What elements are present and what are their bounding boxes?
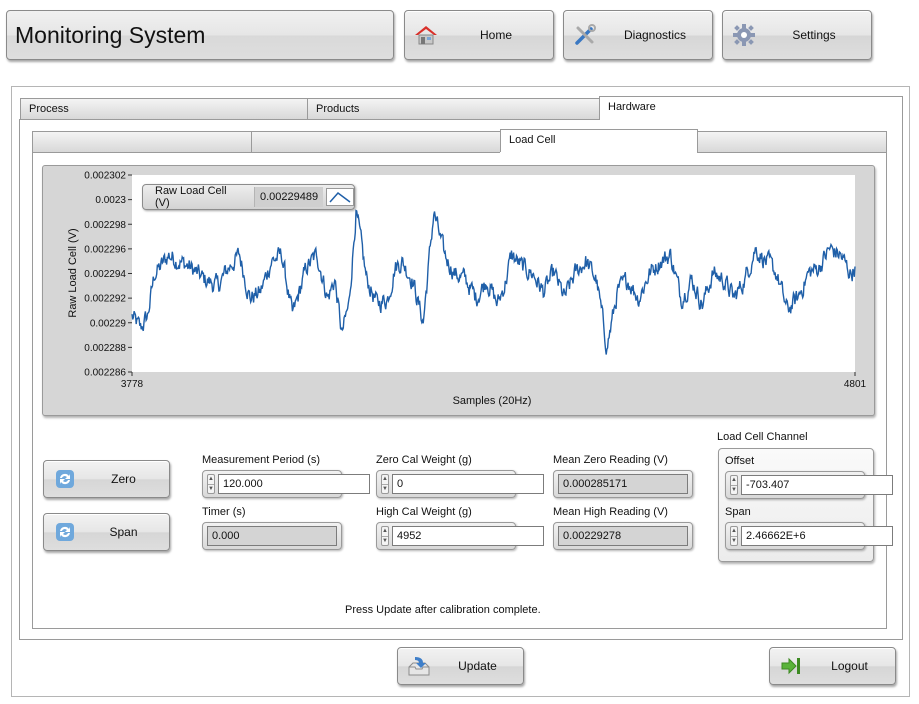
zero-cal-weight-label: Zero Cal Weight (g) (376, 454, 472, 466)
y-tick-label: 0.00229 (90, 318, 127, 329)
offset-control: ▲ ▼ (725, 471, 893, 499)
legend-current-value: 0.00229489 (253, 187, 324, 207)
refresh-icon (52, 519, 78, 545)
increment-icon[interactable]: ▲ (208, 475, 214, 484)
increment-icon[interactable]: ▲ (382, 527, 388, 536)
gear-icon (731, 22, 757, 48)
settings-label: Settings (792, 28, 836, 42)
refresh-icon (52, 466, 78, 492)
status-message: Press Update after calibration complete. (345, 604, 541, 616)
y-tick-label: 0.002288 (84, 343, 126, 354)
app-title: Monitoring System (6, 10, 394, 60)
logout-arrow-icon (778, 653, 804, 679)
legend-line-style-icon[interactable] (326, 188, 354, 206)
subtab-2[interactable] (251, 131, 501, 153)
update-button[interactable]: Update (397, 647, 524, 685)
legend-series-name: Raw Load Cell (V) (155, 185, 227, 209)
tab-process[interactable]: Process (20, 98, 308, 120)
high-cal-weight-spinner[interactable]: ▲ ▼ (381, 526, 389, 546)
span-field-label: Span (725, 506, 751, 518)
load-cell-channel-cluster: Offset ▲▼ Span ▲▼ (718, 448, 893, 562)
span-control: ▲ ▼ (725, 522, 893, 550)
tab-hardware-label: Hardware (608, 101, 656, 113)
subtab-4[interactable] (697, 131, 887, 153)
x-tick-label: 3778 (121, 379, 144, 390)
tab-process-label: Process (29, 103, 69, 115)
tab-products[interactable]: Products (307, 98, 600, 120)
plot-legend[interactable]: Raw Load Cell (V) 0.00229489 (142, 184, 355, 210)
timer-indicator: 0.000 (202, 522, 342, 550)
increment-icon[interactable]: ▲ (731, 476, 737, 485)
y-tick-label: 0.002298 (84, 220, 126, 231)
mean-zero-reading-indicator: 0.000285171 (553, 470, 693, 498)
high-cal-weight-input[interactable] (391, 526, 544, 546)
logout-label: Logout (831, 659, 868, 673)
subtab-load-cell-label: Load Cell (509, 134, 556, 146)
y-tick-label: 0.0023 (95, 195, 126, 206)
subtab-1[interactable] (32, 131, 252, 153)
high-cal-weight-control: ▲ ▼ (376, 522, 544, 550)
mean-zero-reading-value: 0.000285171 (558, 474, 688, 494)
logout-button[interactable]: Logout (769, 647, 896, 685)
decrement-icon[interactable]: ▼ (731, 485, 737, 495)
home-label: Home (479, 28, 512, 42)
span-input[interactable] (740, 526, 893, 546)
span-label: Span (109, 525, 138, 539)
y-axis-label: Raw Load Cell (V) (67, 228, 79, 317)
subtab-divider-right (697, 152, 887, 153)
update-label: Update (458, 659, 497, 673)
y-tick-label: 0.002302 (84, 171, 126, 182)
offset-spinner[interactable]: ▲ ▼ (730, 475, 738, 495)
zero-cal-weight-control: ▲ ▼ (376, 470, 544, 498)
timer-label: Timer (s) (202, 506, 246, 518)
home-button[interactable]: Home (404, 10, 554, 60)
offset-input[interactable] (740, 475, 893, 495)
span-button[interactable]: Span (43, 513, 170, 551)
measurement-period-control: ▲ ▼ (202, 470, 370, 498)
high-cal-weight-label: High Cal Weight (g) (376, 506, 472, 518)
diagnostics-label: Diagnostics (623, 28, 687, 42)
mean-high-reading-label: Mean High Reading (V) (553, 506, 668, 518)
measurement-period-label: Measurement Period (s) (202, 454, 320, 466)
span-spinner[interactable]: ▲ ▼ (730, 526, 738, 546)
subtab-divider-left (32, 152, 500, 153)
x-tick-label: 4801 (844, 379, 867, 390)
decrement-icon[interactable]: ▼ (208, 484, 214, 494)
mean-high-reading-indicator: 0.00229278 (553, 522, 693, 550)
decrement-icon[interactable]: ▼ (382, 484, 388, 494)
download-tray-icon (406, 653, 432, 679)
timer-value: 0.000 (207, 526, 337, 546)
tools-icon (572, 22, 598, 48)
offset-label: Offset (725, 455, 755, 467)
y-tick-label: 0.002286 (84, 368, 126, 379)
load-cell-channel-label: Load Cell Channel (717, 431, 808, 443)
zero-button[interactable]: Zero (43, 460, 170, 498)
decrement-icon[interactable]: ▼ (731, 536, 737, 546)
y-tick-label: 0.002296 (84, 244, 126, 255)
tab-hardware[interactable]: Hardware (599, 96, 903, 121)
mean-high-reading-value: 0.00229278 (558, 526, 688, 546)
home-icon (413, 22, 439, 48)
increment-icon[interactable]: ▲ (731, 527, 737, 536)
y-tick-label: 0.002294 (84, 269, 126, 280)
zero-cal-weight-input[interactable] (391, 474, 544, 494)
mean-zero-reading-label: Mean Zero Reading (V) (553, 454, 668, 466)
y-tick-label: 0.002292 (84, 294, 126, 305)
increment-icon[interactable]: ▲ (382, 475, 388, 484)
diagnostics-button[interactable]: Diagnostics (563, 10, 713, 60)
decrement-icon[interactable]: ▼ (382, 536, 388, 546)
zero-label: Zero (111, 472, 136, 486)
tab-divider (19, 119, 600, 120)
settings-button[interactable]: Settings (722, 10, 872, 60)
tab-products-label: Products (316, 103, 360, 115)
zero-cal-weight-spinner[interactable]: ▲ ▼ (381, 474, 389, 494)
measurement-period-spinner[interactable]: ▲ ▼ (207, 474, 215, 494)
measurement-period-input[interactable] (217, 474, 370, 494)
x-axis-label: Samples (20Hz) (453, 395, 532, 407)
subtab-load-cell[interactable]: Load Cell (500, 129, 698, 154)
